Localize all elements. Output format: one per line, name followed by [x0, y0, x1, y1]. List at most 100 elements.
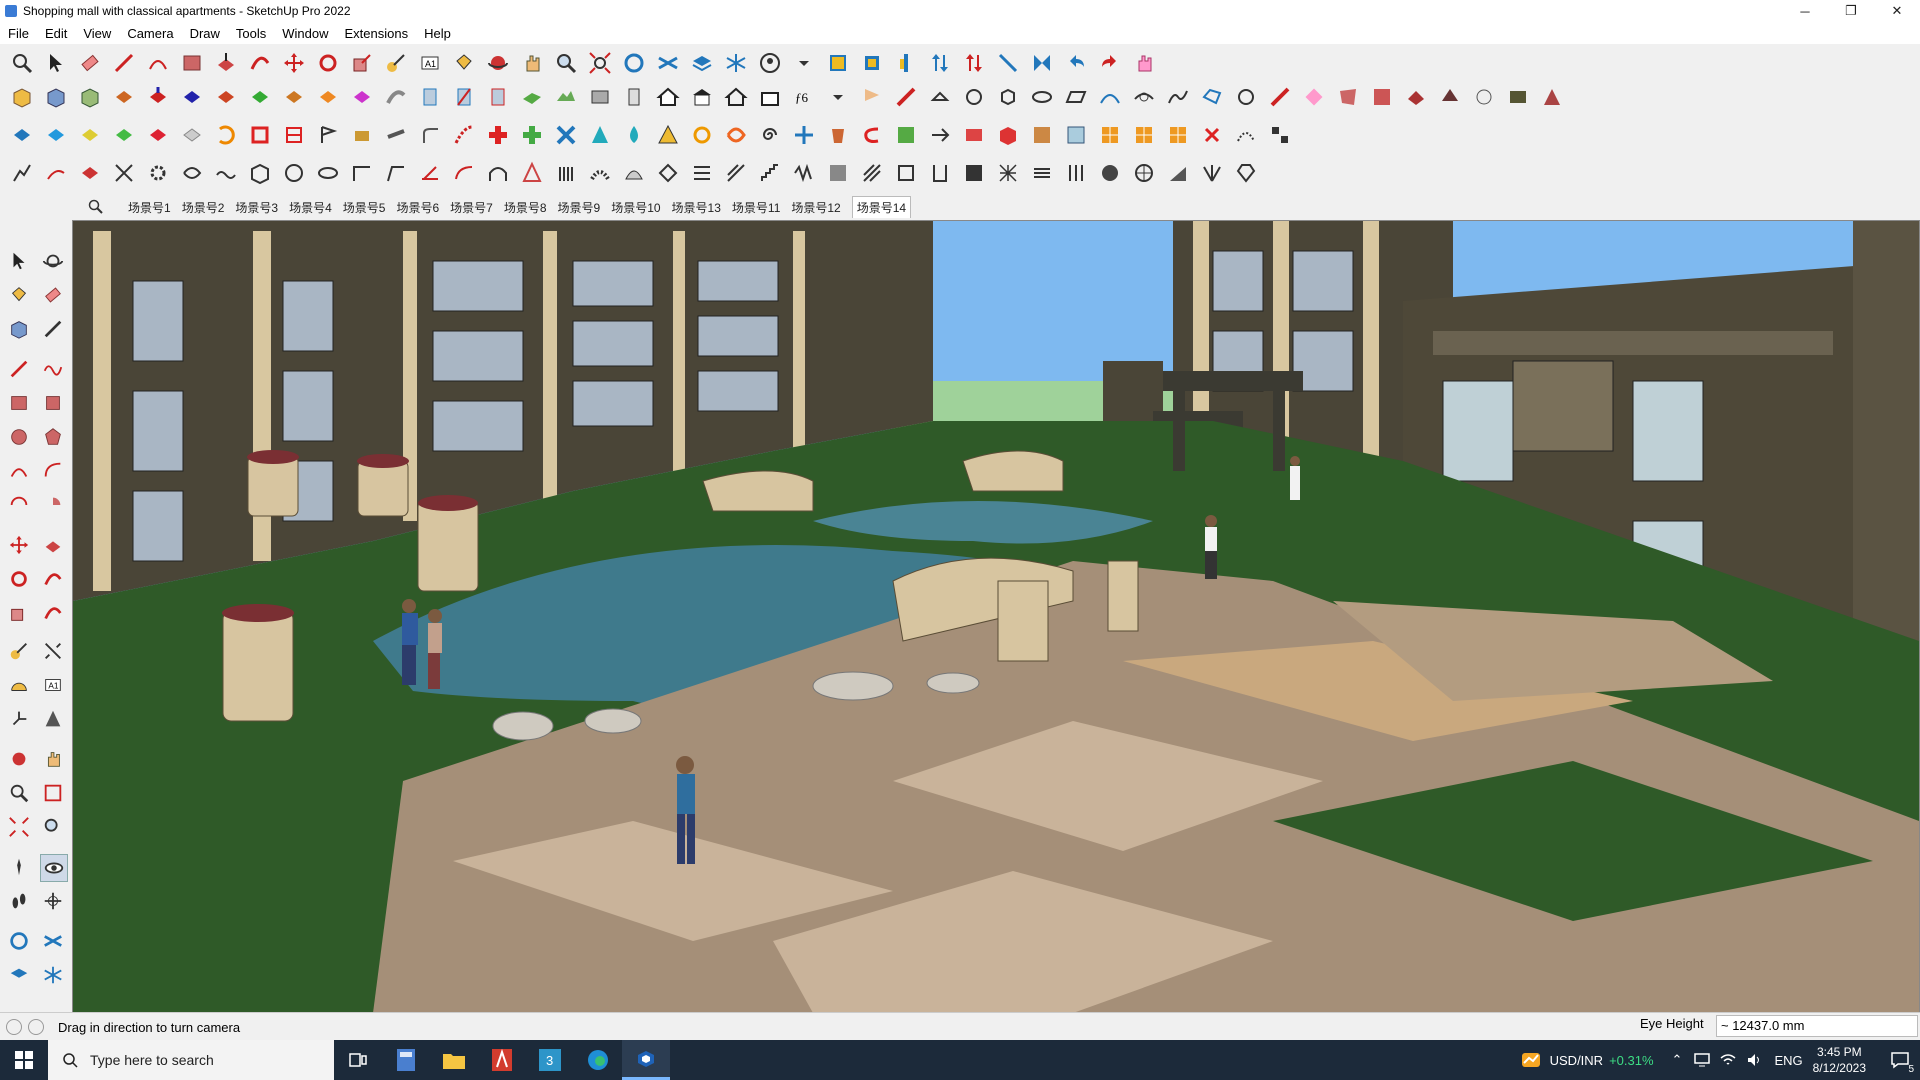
layers-icon[interactable] [688, 49, 716, 77]
material-1-icon[interactable] [1334, 83, 1362, 111]
tape-icon[interactable] [40, 316, 66, 342]
spline-icon[interactable] [1164, 83, 1192, 111]
house-outline-icon[interactable] [722, 83, 750, 111]
wall-icon[interactable] [586, 83, 614, 111]
frame-icon[interactable] [926, 159, 954, 187]
diagonal-tool-icon[interactable] [994, 49, 1022, 77]
bars-icon[interactable] [552, 159, 580, 187]
orange-grid-icon[interactable] [1096, 121, 1124, 149]
cone-shell-icon[interactable] [518, 159, 546, 187]
spiral-icon[interactable] [756, 121, 784, 149]
curve-tool-icon[interactable] [382, 83, 410, 111]
orange-knot-icon[interactable] [722, 121, 750, 149]
taskbar-app-explorer[interactable] [430, 1040, 478, 1080]
menu-edit[interactable]: Edit [37, 26, 75, 41]
mesh-ball-icon[interactable] [1130, 159, 1158, 187]
protractor-icon[interactable] [6, 672, 32, 698]
house-roof-icon[interactable] [688, 83, 716, 111]
maximize-button[interactable]: ❐ [1828, 0, 1874, 22]
scene-tab-1[interactable]: 场景号1 [128, 199, 171, 216]
pushpull-r-icon[interactable] [212, 83, 240, 111]
account-icon[interactable] [756, 49, 784, 77]
red-hook-icon[interactable] [858, 121, 886, 149]
extension-warehouse-icon[interactable] [654, 49, 682, 77]
orbit-tool-icon[interactable] [484, 49, 512, 77]
ribbed-icon[interactable] [586, 159, 614, 187]
grey-diamond-icon[interactable] [178, 121, 206, 149]
chevron-up-icon[interactable]: ⌃ [1672, 1052, 1683, 1068]
ramp-icon[interactable] [1164, 159, 1192, 187]
chevron-down-icon[interactable] [824, 83, 852, 111]
columns-icon[interactable] [1062, 159, 1090, 187]
green-plane-icon[interactable] [518, 83, 546, 111]
layers-stack-icon[interactable] [1028, 159, 1056, 187]
parallelogram-shape-icon[interactable] [1062, 83, 1090, 111]
pushpull-y-icon[interactable] [178, 83, 206, 111]
scale-icon[interactable] [6, 600, 32, 626]
pushpull-v-icon[interactable] [246, 83, 274, 111]
text-tool-icon[interactable]: A1 [416, 49, 444, 77]
function-plot-icon[interactable]: ƒ6 [790, 83, 818, 111]
hexagon-shape-icon[interactable] [994, 83, 1022, 111]
circle-icon[interactable] [6, 424, 32, 450]
wave-icon[interactable] [212, 159, 240, 187]
pushpull-f-icon[interactable] [348, 83, 376, 111]
menu-view[interactable]: View [75, 26, 119, 41]
move-icon[interactable] [6, 532, 32, 558]
line-icon[interactable] [6, 356, 32, 382]
scene-tab-2[interactable]: 场景号2 [182, 199, 225, 216]
geolocation-icon[interactable] [6, 1019, 22, 1035]
menu-window[interactable]: Window [274, 26, 336, 41]
section-cut-icon[interactable] [892, 49, 920, 77]
red-grid-icon[interactable] [280, 121, 308, 149]
orbit-icon[interactable] [40, 248, 66, 274]
rectangle-icon[interactable] [6, 390, 32, 416]
pencil-line-icon[interactable] [892, 83, 920, 111]
section-blue-icon[interactable] [416, 83, 444, 111]
push-pull-icon[interactable] [40, 532, 66, 558]
red-cross-icon[interactable] [484, 121, 512, 149]
sphere-outline-icon[interactable] [280, 159, 308, 187]
red-square-icon[interactable] [246, 121, 274, 149]
taskbar-app-calculator[interactable] [382, 1040, 430, 1080]
scene-tab-14[interactable]: 场景号14 [851, 196, 912, 218]
box-icon[interactable] [348, 121, 376, 149]
arch-icon[interactable] [484, 159, 512, 187]
dome-icon[interactable] [620, 159, 648, 187]
pipe-icon[interactable] [382, 121, 410, 149]
paint-bucket-icon[interactable] [450, 49, 478, 77]
arrow-up-down-red-icon[interactable] [960, 49, 988, 77]
dimension-icon[interactable] [40, 638, 66, 664]
orange-arc-icon[interactable] [212, 121, 240, 149]
pushpull-n-icon[interactable] [280, 83, 308, 111]
circle-shape-icon[interactable] [960, 83, 988, 111]
red-x-icon[interactable] [1198, 121, 1226, 149]
taskbar-app-3[interactable]: 3 [526, 1040, 574, 1080]
section-plane-icon[interactable] [824, 49, 852, 77]
section-display-icon[interactable] [858, 49, 886, 77]
orange-grid-3-icon[interactable] [1164, 121, 1192, 149]
menu-help[interactable]: Help [416, 26, 459, 41]
curve-red-icon[interactable] [450, 159, 478, 187]
scene-tab-10[interactable]: 场景号10 [611, 199, 660, 216]
menu-draw[interactable]: Draw [182, 26, 228, 41]
tape-measure-icon[interactable] [6, 638, 32, 664]
panel-icon[interactable] [960, 159, 988, 187]
volume-icon[interactable] [1746, 1052, 1762, 1068]
green-building-icon[interactable] [892, 121, 920, 149]
mesh-icon[interactable] [994, 159, 1022, 187]
model-viewport[interactable] [72, 220, 1920, 1014]
warehouse-icon[interactable] [6, 928, 32, 954]
qr-grid-icon[interactable] [1266, 121, 1294, 149]
zoom-extents-icon[interactable] [586, 49, 614, 77]
red-path-icon[interactable] [42, 159, 70, 187]
follow-me-tool-icon[interactable] [246, 49, 274, 77]
warning-triangle-icon[interactable] [654, 121, 682, 149]
shape-tool-icon[interactable] [178, 49, 206, 77]
component-box-icon[interactable] [8, 83, 36, 111]
ellipse-shape-icon[interactable] [1028, 83, 1056, 111]
blue-shape-icon[interactable] [1198, 83, 1226, 111]
follow-me-icon[interactable] [40, 566, 66, 592]
pushpull-x-icon[interactable] [314, 83, 342, 111]
material-6-icon[interactable] [1504, 83, 1532, 111]
